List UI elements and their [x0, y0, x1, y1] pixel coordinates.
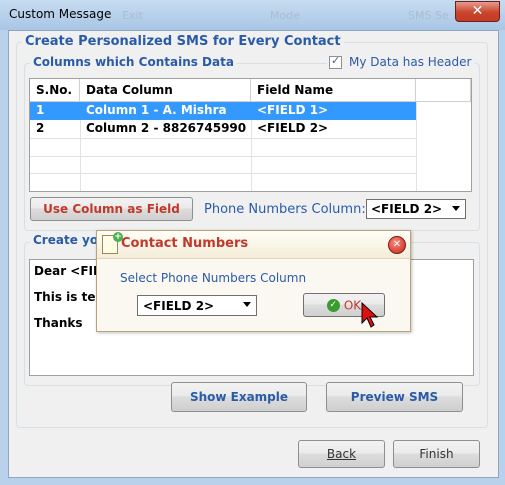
checkmark-icon: ✓ [331, 53, 341, 67]
table-row[interactable]: 2 Column 2 - 8826745990 <FIELD 2> [30, 120, 416, 138]
close-icon: ✕ [471, 3, 484, 19]
phone-numbers-column-value: <FIELD 2> [371, 202, 443, 216]
cell-data-column: Column 2 - 8826745990 [86, 121, 247, 135]
close-icon: ✕ [392, 239, 402, 250]
cell-sno: 2 [36, 121, 45, 135]
dialog-close-button[interactable]: ✕ [388, 236, 406, 254]
preview-sms-button[interactable]: Preview SMS [326, 382, 463, 412]
message-line: Dear <FIE [34, 264, 102, 278]
cell-data-column: Column 1 - A. Mishra [86, 103, 227, 117]
my-data-has-header-label: My Data has Header [349, 55, 472, 69]
dialog-phone-column-select[interactable]: <FIELD 2> [137, 295, 257, 316]
finish-button[interactable]: Finish [393, 440, 480, 468]
dialog-prompt: Select Phone Numbers Column [120, 271, 307, 285]
message-line: This is tes [34, 290, 103, 304]
window-close-button[interactable]: ✕ [455, 1, 500, 22]
main-group-title: Create Personalized SMS for Every Contac… [22, 34, 344, 49]
background-ghost-label: SMS Se [408, 9, 449, 22]
use-column-as-field-button[interactable]: Use Column as Field [30, 197, 193, 221]
header-checkbox-row[interactable]: ✓ My Data has Header [327, 53, 476, 70]
window-title: Custom Message [9, 7, 112, 21]
cell-sno: 1 [36, 103, 45, 117]
add-contact-icon: + [102, 232, 123, 254]
table-header-blank [416, 79, 471, 102]
columns-table[interactable]: S.No. Data Column Field Name 1 Column 1 … [29, 78, 472, 192]
phone-numbers-column-label: Phone Numbers Column: [204, 202, 366, 217]
dialog-ok-label: OK [343, 298, 362, 313]
background-ghost-label: Exit [122, 9, 143, 22]
chevron-down-icon [243, 302, 251, 307]
message-group-title: Create yo [30, 233, 102, 247]
grid-line [30, 156, 416, 157]
table-row[interactable]: 1 Column 1 - A. Mishra <FIELD 1> [30, 102, 416, 120]
custom-message-window: Custom Message Exit Mode SMS Se ✕ Create… [0, 0, 505, 485]
mouse-pointer-icon [361, 302, 379, 328]
dialog-select-value: <FIELD 2> [143, 299, 215, 313]
window-titlebar[interactable]: Custom Message Exit Mode SMS Se ✕ [0, 0, 505, 30]
table-header-data-column[interactable]: Data Column [80, 79, 251, 102]
cell-field-name: <FIELD 2> [257, 121, 329, 135]
columns-group-title: Columns which Contains Data [30, 55, 237, 69]
show-example-button[interactable]: Show Example [171, 382, 307, 412]
dialog-titlebar[interactable]: + Contact Numbers ✕ [97, 231, 410, 259]
message-line: Thanks [34, 316, 83, 330]
table-header-field-name[interactable]: Field Name [251, 79, 416, 102]
grid-line [416, 102, 417, 191]
background-ghost-label: Mode [270, 9, 300, 22]
table-header-sno[interactable]: S.No. [30, 79, 80, 102]
chevron-down-icon [452, 206, 460, 211]
phone-numbers-column-select[interactable]: <FIELD 2> [366, 199, 466, 219]
back-button[interactable]: Back [298, 440, 385, 468]
dialog-title: Contact Numbers [121, 236, 249, 251]
grid-line [30, 173, 416, 174]
grid-line [30, 138, 416, 139]
ok-check-icon: ✓ [326, 299, 340, 312]
cell-field-name: <FIELD 1> [257, 103, 329, 117]
my-data-has-header-checkbox[interactable]: ✓ [329, 53, 342, 69]
